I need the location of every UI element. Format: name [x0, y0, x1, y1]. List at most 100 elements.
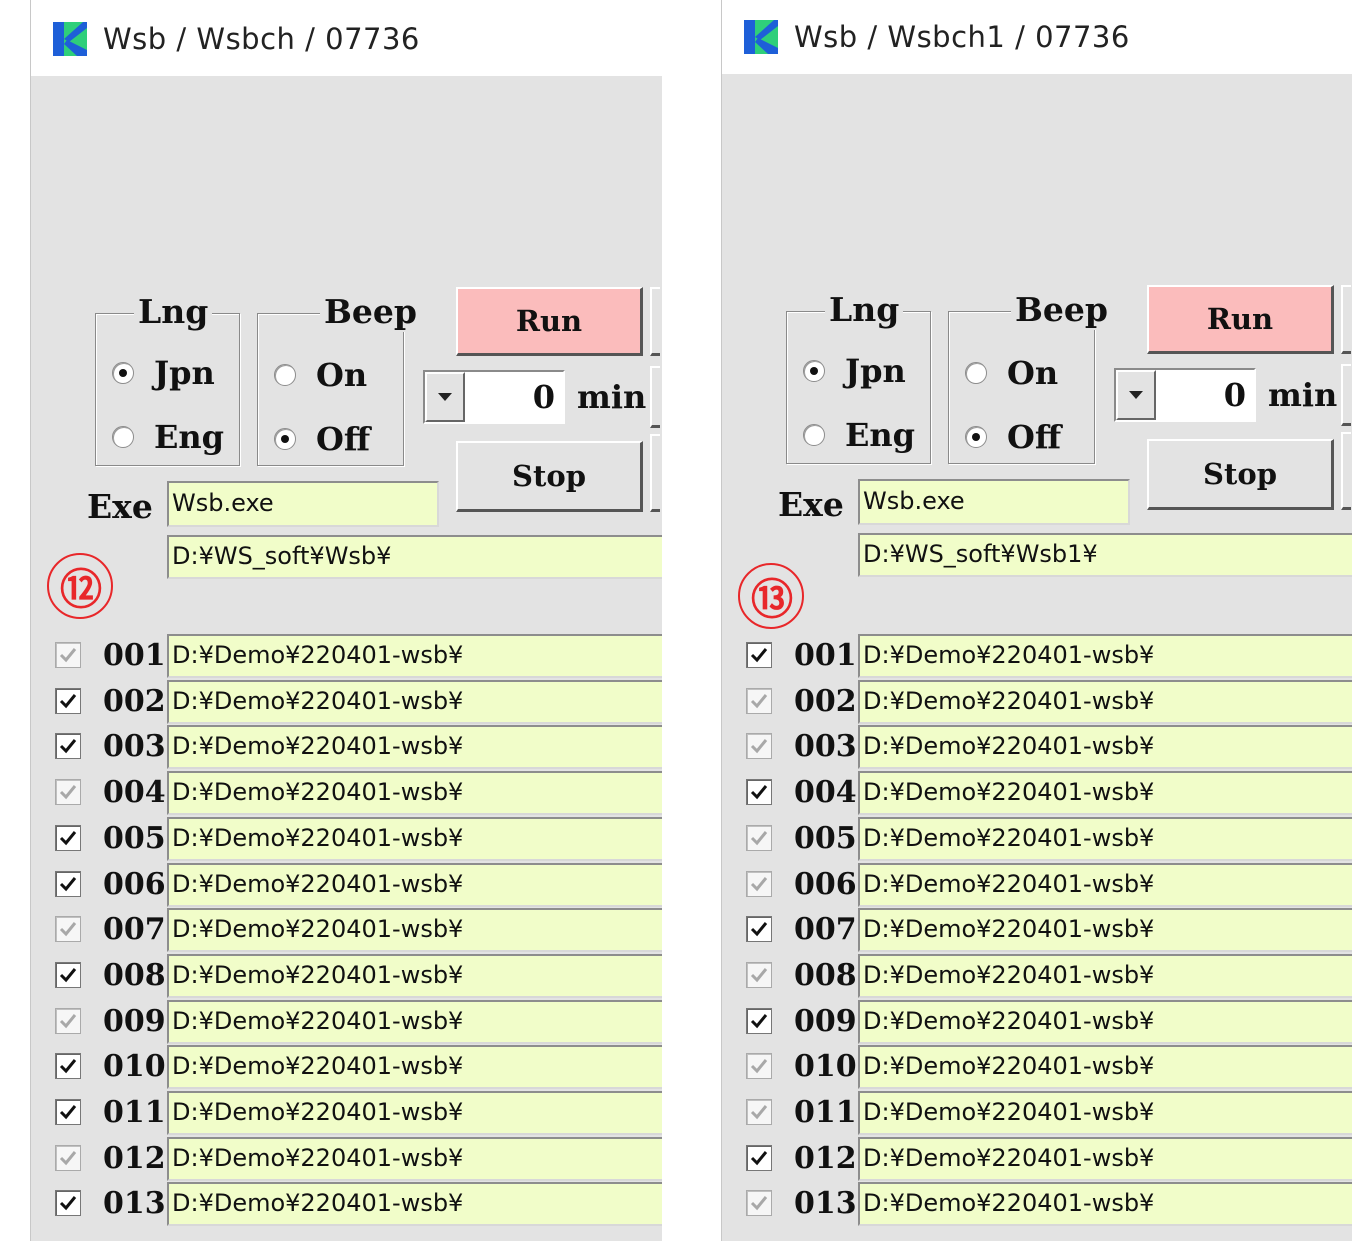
radio-jpn[interactable]: Jpn	[112, 354, 215, 392]
check-icon	[59, 968, 77, 983]
radio-on-button[interactable]	[274, 364, 296, 386]
row-number: 004	[103, 775, 166, 810]
row-checkbox[interactable]	[55, 642, 81, 668]
row-path-field[interactable]: D:¥Demo¥220401-wsb¥	[858, 908, 1352, 952]
row-checkbox[interactable]	[746, 1190, 772, 1216]
title-bar[interactable]: Wsb / Wsbch / 07736	[31, 0, 662, 76]
row-path-field[interactable]: D:¥Demo¥220401-wsb¥	[858, 954, 1352, 998]
exe-file-field[interactable]: Wsb.exe	[167, 481, 439, 527]
check-icon	[59, 1014, 77, 1029]
row-checkbox[interactable]	[746, 871, 772, 897]
radio-off[interactable]: Off	[965, 418, 1061, 456]
radio-eng[interactable]: Eng	[112, 418, 224, 456]
row-number: 005	[103, 821, 166, 856]
row-path-field[interactable]: D:¥Demo¥220401-wsb¥	[167, 908, 662, 952]
row-checkbox[interactable]	[746, 962, 772, 988]
row-path-field[interactable]: D:¥Demo¥220401-wsb¥	[858, 1137, 1352, 1181]
row-checkbox[interactable]	[746, 916, 772, 942]
row-path-field[interactable]: D:¥Demo¥220401-wsb¥	[167, 1045, 662, 1089]
row-path-field[interactable]: D:¥Demo¥220401-wsb¥	[858, 1091, 1352, 1135]
radio-jpn[interactable]: Jpn	[803, 352, 906, 390]
title-bar[interactable]: Wsb / Wsbch1 / 07736	[722, 0, 1352, 76]
radio-eng[interactable]: Eng	[803, 416, 915, 454]
client-area: Lng Jpn Eng Beep On Off Run 0 min Stop E…	[722, 74, 1352, 1241]
adjacent-button-edge-3[interactable]	[650, 434, 660, 512]
row-path-field[interactable]: D:¥Demo¥220401-wsb¥	[167, 817, 662, 861]
row-checkbox[interactable]	[746, 1008, 772, 1034]
row-path-field[interactable]: D:¥Demo¥220401-wsb¥	[858, 863, 1352, 907]
row-checkbox[interactable]	[746, 688, 772, 714]
row-checkbox[interactable]	[746, 1145, 772, 1171]
row-path-field[interactable]: D:¥Demo¥220401-wsb¥	[167, 725, 662, 769]
radio-off[interactable]: Off	[274, 420, 370, 458]
row-checkbox[interactable]	[55, 825, 81, 851]
radio-eng-button[interactable]	[803, 424, 825, 446]
timer-dropdown-button[interactable]	[1116, 370, 1156, 420]
row-path-field[interactable]: D:¥Demo¥220401-wsb¥	[858, 817, 1352, 861]
radio-off-button[interactable]	[274, 428, 296, 450]
row-checkbox[interactable]	[746, 825, 772, 851]
window-title: Wsb / Wsbch / 07736	[103, 22, 420, 56]
row-checkbox[interactable]	[55, 1008, 81, 1034]
exe-file-field[interactable]: Wsb.exe	[858, 479, 1130, 525]
row-path-field[interactable]: D:¥Demo¥220401-wsb¥	[858, 634, 1352, 678]
run-button[interactable]: Run	[1147, 285, 1334, 354]
row-path-field[interactable]: D:¥Demo¥220401-wsb¥	[858, 725, 1352, 769]
adjacent-button-edge[interactable]	[650, 287, 660, 356]
radio-on[interactable]: On	[274, 356, 367, 394]
row-checkbox[interactable]	[55, 1190, 81, 1216]
row-checkbox[interactable]	[55, 688, 81, 714]
row-checkbox[interactable]	[55, 733, 81, 759]
exe-path-field[interactable]: D:¥WS_soft¥Wsb1¥	[858, 533, 1352, 577]
row-checkbox[interactable]	[746, 1053, 772, 1079]
row-checkbox[interactable]	[55, 1053, 81, 1079]
row-path-field[interactable]: D:¥Demo¥220401-wsb¥	[167, 954, 662, 998]
row-path-field[interactable]: D:¥Demo¥220401-wsb¥	[167, 863, 662, 907]
row-path-field[interactable]: D:¥Demo¥220401-wsb¥	[167, 1000, 662, 1044]
radio-off-label: Off	[1007, 418, 1062, 456]
adjacent-button-edge-2[interactable]	[650, 366, 660, 428]
row-checkbox[interactable]	[55, 1145, 81, 1171]
exe-path-field[interactable]: D:¥WS_soft¥Wsb¥	[167, 535, 662, 579]
radio-off-button[interactable]	[965, 426, 987, 448]
row-checkbox[interactable]	[55, 871, 81, 897]
radio-eng-button[interactable]	[112, 426, 134, 448]
row-number: 001	[103, 638, 166, 673]
adjacent-button-edge-3[interactable]	[1341, 432, 1351, 510]
row-checkbox[interactable]	[746, 779, 772, 805]
row-checkbox[interactable]	[55, 779, 81, 805]
row-checkbox[interactable]	[55, 962, 81, 988]
row-path-field[interactable]: D:¥Demo¥220401-wsb¥	[167, 634, 662, 678]
radio-eng-label: Eng	[154, 418, 225, 456]
row-path-field[interactable]: D:¥Demo¥220401-wsb¥	[858, 771, 1352, 815]
exe-label: Exe	[87, 487, 153, 526]
row-path-field[interactable]: D:¥Demo¥220401-wsb¥	[858, 1045, 1352, 1089]
beep-group-title: Beep	[1011, 290, 1112, 330]
run-button[interactable]: Run	[456, 287, 643, 356]
row-path-field[interactable]: D:¥Demo¥220401-wsb¥	[167, 1091, 662, 1135]
radio-jpn-button[interactable]	[803, 360, 825, 382]
row-path-field[interactable]: D:¥Demo¥220401-wsb¥	[858, 680, 1352, 724]
exe-label: Exe	[778, 485, 844, 524]
row-checkbox[interactable]	[746, 642, 772, 668]
adjacent-button-edge[interactable]	[1341, 285, 1351, 354]
row-path-field[interactable]: D:¥Demo¥220401-wsb¥	[858, 1000, 1352, 1044]
row-path-field[interactable]: D:¥Demo¥220401-wsb¥	[167, 771, 662, 815]
row-checkbox[interactable]	[55, 1099, 81, 1125]
row-checkbox[interactable]	[746, 1099, 772, 1125]
radio-on[interactable]: On	[965, 354, 1058, 392]
timer-dropdown-button[interactable]	[425, 372, 465, 422]
stop-button[interactable]: Stop	[456, 441, 643, 512]
row-path-field[interactable]: D:¥Demo¥220401-wsb¥	[167, 1182, 662, 1226]
row-path-field[interactable]: D:¥Demo¥220401-wsb¥	[167, 1137, 662, 1181]
timer-dropdown[interactable]: 0	[1114, 368, 1256, 422]
radio-jpn-button[interactable]	[112, 362, 134, 384]
stop-button[interactable]: Stop	[1147, 439, 1334, 510]
radio-on-button[interactable]	[965, 362, 987, 384]
row-path-field[interactable]: D:¥Demo¥220401-wsb¥	[167, 680, 662, 724]
adjacent-button-edge-2[interactable]	[1341, 364, 1351, 426]
row-checkbox[interactable]	[55, 916, 81, 942]
row-path-field[interactable]: D:¥Demo¥220401-wsb¥	[858, 1182, 1352, 1226]
row-checkbox[interactable]	[746, 733, 772, 759]
timer-dropdown[interactable]: 0	[423, 370, 565, 424]
